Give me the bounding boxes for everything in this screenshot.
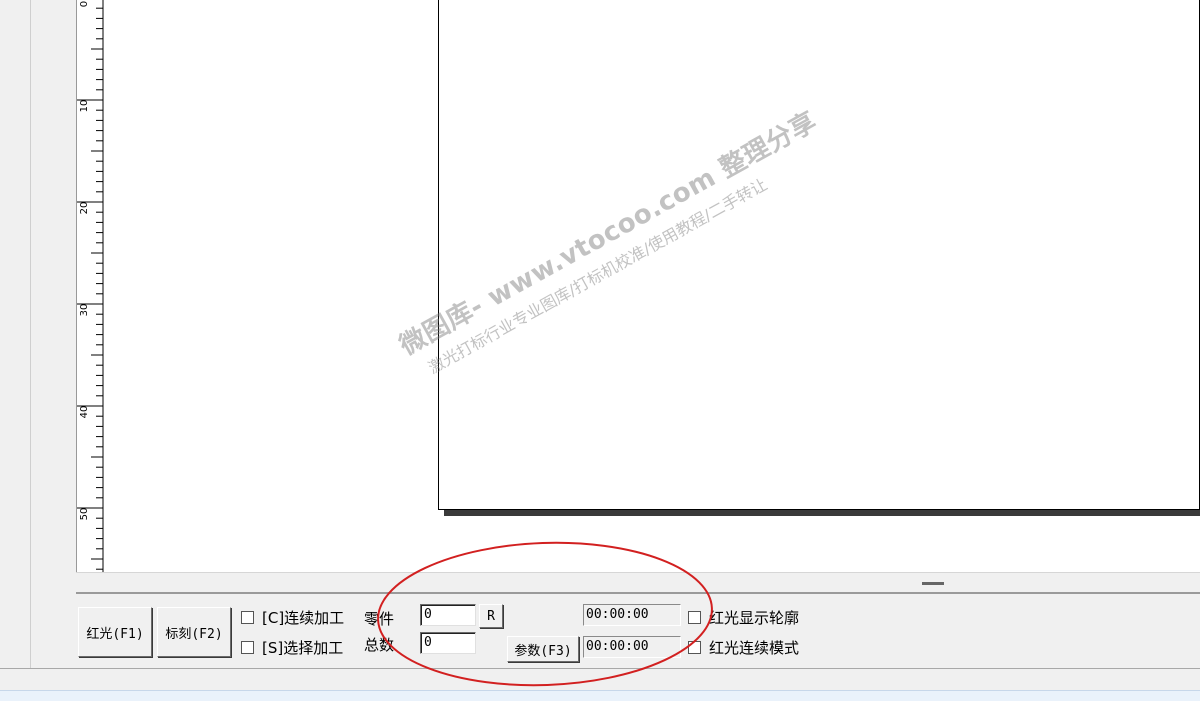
contour-display-checkbox[interactable] xyxy=(688,611,701,624)
work-area-sheet[interactable] xyxy=(438,0,1200,510)
ruler-bottom-border xyxy=(76,592,1200,594)
total-time-display: 00:00:00 xyxy=(583,636,681,658)
continuous-mode-checkbox[interactable] xyxy=(688,641,701,654)
part-count-field[interactable]: 0 xyxy=(420,604,476,626)
red-light-button[interactable]: 红光(F1) xyxy=(78,607,152,657)
drawing-canvas[interactable] xyxy=(104,0,1200,572)
select-process-label: [S]选择加工 xyxy=(262,639,344,657)
ruler-label: 0 xyxy=(79,1,90,7)
total-count-field[interactable]: 0 xyxy=(420,632,476,654)
continuous-label: [C]连续加工 xyxy=(262,609,345,627)
select-process-checkbox[interactable] xyxy=(241,641,254,654)
ruler-label: 40 xyxy=(79,406,90,419)
continuous-mode-label: 红光连续模式 xyxy=(709,639,800,657)
vertical-ruler: 0 10 20 30 40 50 xyxy=(76,0,105,594)
red-light-button-label: 红光(F1) xyxy=(86,626,144,642)
ruler-label: 30 xyxy=(79,304,90,317)
parameters-button-label: 参数(F3) xyxy=(514,643,572,659)
process-time-display: 00:00:00 xyxy=(583,604,681,626)
continuous-checkbox[interactable] xyxy=(241,611,254,624)
reset-count-button-label: R xyxy=(487,608,495,624)
scrollbar-grip-icon[interactable] xyxy=(922,582,944,585)
contour-display-label: 红光显示轮廓 xyxy=(709,609,800,627)
part-count-label: 零件 xyxy=(364,610,395,628)
reset-count-button[interactable]: R xyxy=(479,604,503,628)
ruler-label: 20 xyxy=(79,202,90,215)
parameters-button[interactable]: 参数(F3) xyxy=(507,636,579,662)
ruler-ticks: 0 10 20 30 40 50 xyxy=(77,0,104,594)
ruler-label: 10 xyxy=(79,100,90,113)
ruler-label: 50 xyxy=(79,508,90,521)
total-count-label: 总数 xyxy=(364,636,395,654)
taskbar-strip xyxy=(0,690,1200,701)
mark-button-label: 标刻(F2) xyxy=(165,626,223,642)
left-panel-strip xyxy=(0,0,31,668)
mark-button[interactable]: 标刻(F2) xyxy=(157,607,231,657)
